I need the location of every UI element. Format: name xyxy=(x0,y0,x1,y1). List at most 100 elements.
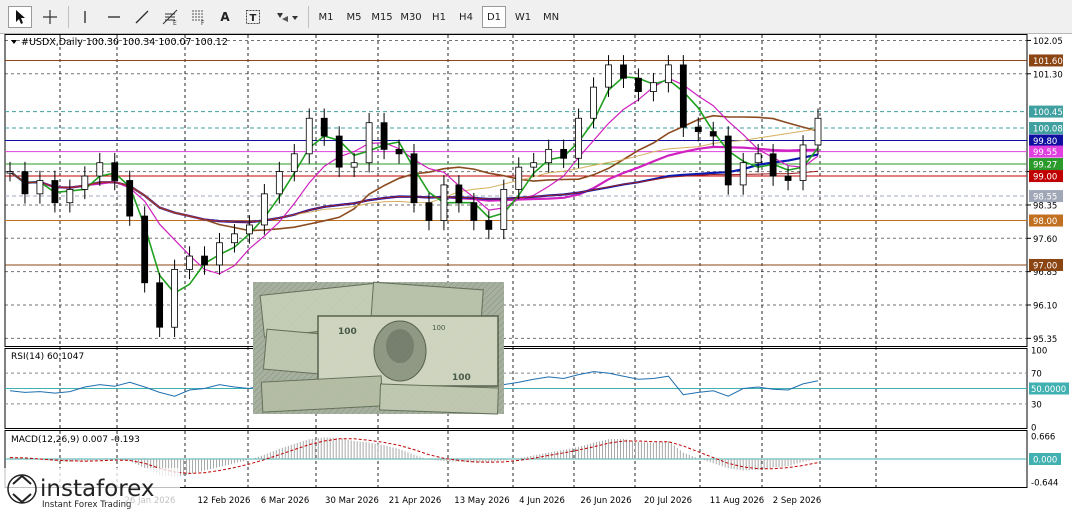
text-label-tool[interactable]: T xyxy=(242,6,264,28)
timeframe-m1[interactable]: M1 xyxy=(314,6,338,28)
price-level-label: 99.27 xyxy=(1033,161,1057,171)
candle-body xyxy=(81,175,89,190)
horizontal-line-icon[interactable] xyxy=(102,6,126,28)
macd-tick-label: 0.666 xyxy=(1031,433,1055,443)
x-tick-label: 13 May 2026 xyxy=(454,496,509,506)
candle-body xyxy=(664,64,672,84)
candle-body xyxy=(126,180,134,217)
candle-body xyxy=(784,175,792,181)
price-level-label: 98.55 xyxy=(1033,193,1057,203)
fibo-grid-icon[interactable]: F xyxy=(186,6,210,28)
crosshair-icon[interactable] xyxy=(38,6,62,28)
candle-body xyxy=(545,148,553,164)
candle-body xyxy=(275,171,283,195)
price-level-label: 98.00 xyxy=(1033,217,1057,227)
chart-area[interactable]: 102.05101.3099.1098.3597.6096.8596.1095.… xyxy=(0,34,1072,512)
candle-body xyxy=(455,184,463,204)
watermark-brand: instaforex xyxy=(40,476,155,502)
x-tick-label: 30 Mar 2026 xyxy=(325,496,379,506)
svg-text:100: 100 xyxy=(452,373,471,383)
candle-body xyxy=(141,215,149,284)
candle-body xyxy=(66,188,74,204)
banknotes-image: 100 100 100 xyxy=(253,281,504,415)
candle-body xyxy=(605,64,612,88)
toolbar-separator xyxy=(308,6,309,28)
x-tick-label: 12 Feb 2026 xyxy=(198,496,251,506)
candle-body xyxy=(754,153,762,164)
rsi-tick-label: 30 xyxy=(1031,400,1042,410)
toolbar-separator xyxy=(68,6,69,28)
timeframe-w1[interactable]: W1 xyxy=(510,6,536,28)
candle-body xyxy=(201,255,208,266)
rsi-tick-label: 100 xyxy=(1031,347,1047,357)
cursor-icon[interactable] xyxy=(8,6,32,28)
candle-body xyxy=(635,77,642,92)
timeframe-m30[interactable]: M30 xyxy=(397,6,425,28)
candle-body xyxy=(246,224,253,235)
candle-body xyxy=(21,171,29,195)
candle-body xyxy=(96,162,104,177)
timeframe-d1[interactable]: D1 xyxy=(482,6,506,28)
y-tick-label: 97.60 xyxy=(1033,235,1057,245)
svg-text:100: 100 xyxy=(432,324,445,332)
candle-body xyxy=(290,153,298,173)
timeframe-h4[interactable]: H4 xyxy=(454,6,478,28)
candle-body xyxy=(679,64,687,128)
candle-body xyxy=(395,148,403,155)
candle-body xyxy=(6,171,14,174)
price-level-label: 100.08 xyxy=(1033,125,1063,135)
text-tool[interactable]: A xyxy=(214,6,236,28)
candle-body xyxy=(650,82,657,92)
candle-body xyxy=(560,148,568,159)
candle-body xyxy=(814,117,822,146)
trendline-icon[interactable] xyxy=(130,6,154,28)
shapes-dropdown-icon[interactable] xyxy=(272,6,302,28)
rsi-tick-label: 70 xyxy=(1031,370,1042,380)
timeframe-m15[interactable]: M15 xyxy=(368,6,396,28)
candle-body xyxy=(231,233,238,244)
candle-body xyxy=(694,126,702,132)
price-level-label: 100.45 xyxy=(1033,108,1063,118)
candle-body xyxy=(575,117,582,159)
candle-body xyxy=(739,162,747,186)
candle-body xyxy=(186,255,193,270)
x-tick-label: 2 Sep 2026 xyxy=(773,496,821,506)
candle-body xyxy=(260,193,268,226)
instaforex-logo: instaforex Instant Forex Trading xyxy=(0,468,180,512)
candle-body xyxy=(350,162,358,168)
price-level-label: 99.55 xyxy=(1033,148,1057,158)
price-level-label: 99.80 xyxy=(1033,137,1057,147)
candle-body xyxy=(440,184,448,221)
candle-body xyxy=(216,242,223,266)
rsi-level-label: 50.0000 xyxy=(1031,385,1066,395)
x-tick-label: 11 Aug 2026 xyxy=(710,496,764,506)
x-tick-label: 21 Apr 2026 xyxy=(389,496,442,506)
x-axis-labels: 26 Jan 202612 Feb 20266 Mar 202630 Mar 2… xyxy=(125,496,822,506)
y-tick-label: 98.35 xyxy=(1033,201,1057,211)
x-tick-label: 6 Mar 2026 xyxy=(261,496,309,506)
timeframe-mn[interactable]: MN xyxy=(538,6,564,28)
y-tick-label: 101.30 xyxy=(1033,70,1063,80)
candle-body xyxy=(410,153,418,204)
macd-level-label: 0.000 xyxy=(1033,456,1057,466)
candle-body xyxy=(111,162,119,181)
candle-body xyxy=(724,135,732,186)
rsi-title: RSI(14) 60.1047 xyxy=(11,352,84,362)
timeframe-m5[interactable]: M5 xyxy=(342,6,366,28)
symbol-header: #USDX,Daily 100.30 100.34 100.07 100.12 xyxy=(21,37,228,48)
svg-text:E: E xyxy=(173,20,177,26)
candle-body xyxy=(365,122,373,164)
candle-body xyxy=(485,220,493,230)
x-tick-label: 4 Jun 2026 xyxy=(519,496,565,506)
y-tick-label: 102.05 xyxy=(1033,37,1063,47)
candle-body xyxy=(51,180,59,204)
candle-body xyxy=(530,162,538,168)
fibonacci-icon[interactable]: E xyxy=(158,6,182,28)
vertical-line-icon[interactable] xyxy=(74,6,96,28)
timeframe-h1[interactable]: H1 xyxy=(427,6,451,28)
candle-body xyxy=(335,135,343,168)
svg-text:T: T xyxy=(250,13,257,24)
candle-body xyxy=(515,166,523,190)
svg-text:100: 100 xyxy=(338,327,357,337)
svg-text:F: F xyxy=(201,20,205,26)
